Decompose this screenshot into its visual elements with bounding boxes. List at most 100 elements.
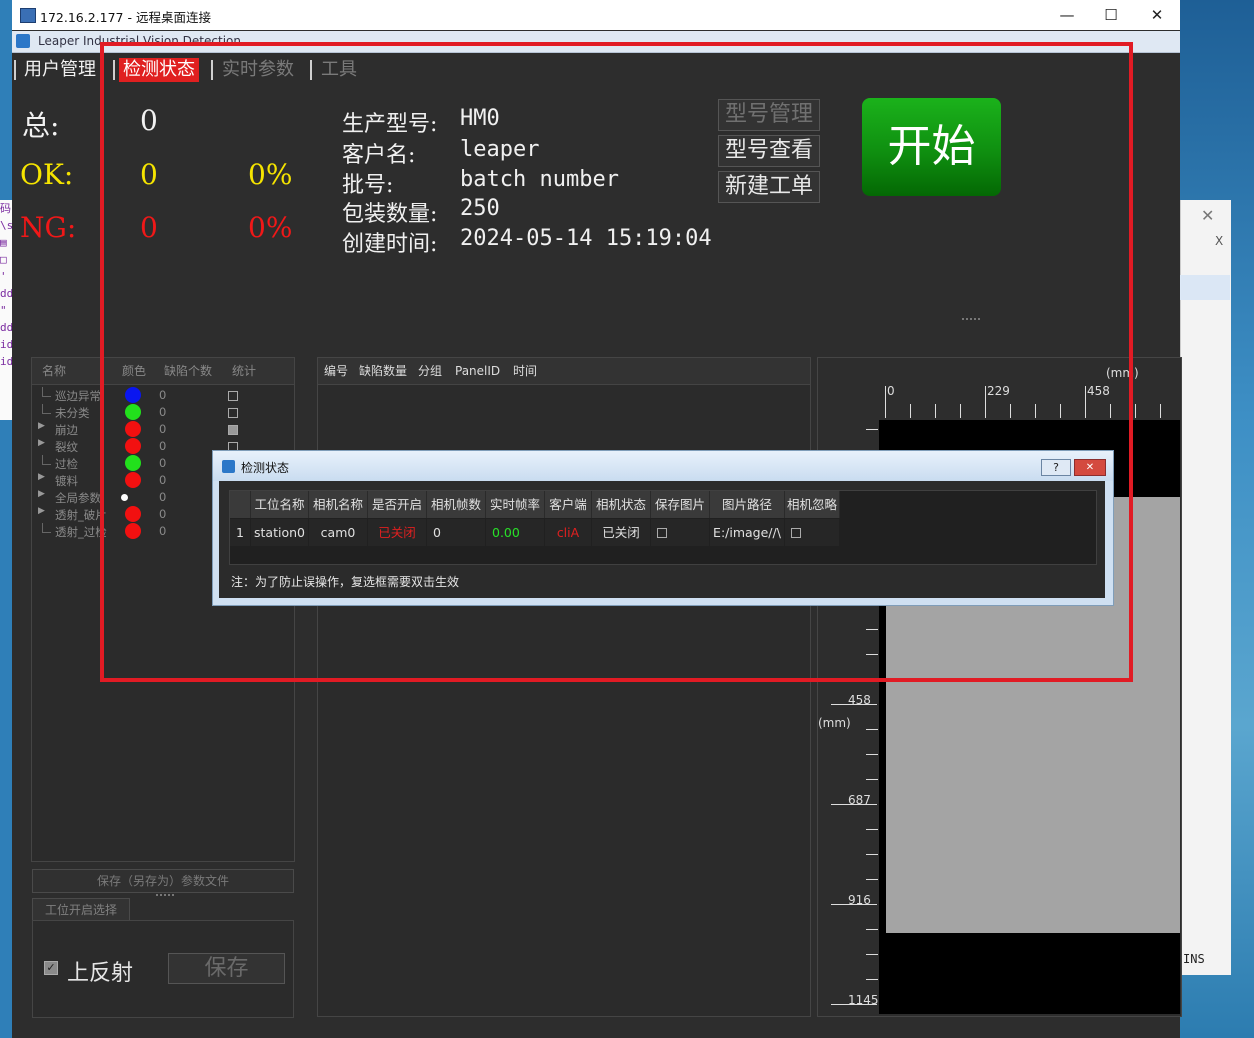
- defect-color-swatch[interactable]: [125, 472, 141, 488]
- rdp-titlebar[interactable]: 172.16.2.177 - 远程桌面连接 — ☐ ✕: [12, 0, 1180, 30]
- rdp-app-icon: [20, 8, 36, 23]
- cell-camera-state: 已关闭: [592, 519, 650, 546]
- defect-tree-header-color[interactable]: 颜色: [122, 358, 146, 384]
- app-logo-icon: [16, 34, 30, 48]
- expand-arrow-icon[interactable]: ▶: [38, 421, 45, 431]
- ruler-tick: [1135, 404, 1136, 418]
- defect-count: 0: [159, 456, 167, 470]
- menu-user-management[interactable]: 用户管理: [20, 58, 100, 82]
- defect-color-swatch[interactable]: [125, 506, 141, 522]
- app-titlebar: Leaper Industrial Vision Detection: [12, 31, 1180, 53]
- defect-list-header-id[interactable]: 编号: [324, 358, 348, 384]
- minimize-button[interactable]: —: [1044, 0, 1090, 30]
- table-header-2[interactable]: 是否开启: [368, 491, 427, 518]
- defect-color-swatch[interactable]: [125, 455, 141, 471]
- dialog-close-button[interactable]: ✕: [1074, 459, 1106, 476]
- splitter-handle[interactable]: [962, 318, 980, 322]
- save-image-checkbox[interactable]: [657, 528, 667, 538]
- expand-arrow-icon[interactable]: ▶: [38, 438, 45, 448]
- cell-save-image: [651, 519, 709, 546]
- menu-tools[interactable]: 工具: [317, 58, 361, 82]
- defect-name: 透射_过检: [55, 525, 107, 539]
- defect-tree-header-name[interactable]: 名称: [42, 358, 66, 384]
- table-header-5[interactable]: 客户端: [545, 491, 592, 518]
- ruler-tick: [910, 404, 911, 418]
- ruler-tick: [866, 754, 878, 755]
- ruler-tick: [960, 404, 961, 418]
- rdp-title: 172.16.2.177 - 远程桌面连接: [40, 10, 211, 25]
- defect-list-header-time[interactable]: 时间: [513, 358, 537, 384]
- defect-color-swatch[interactable]: [125, 438, 141, 454]
- defect-stats-checkbox[interactable]: [228, 408, 238, 418]
- cell-station[interactable]: station0: [251, 519, 308, 546]
- total-value: 0: [140, 104, 158, 137]
- ruler-left-label: 916: [848, 893, 871, 907]
- table-header-1[interactable]: 相机名称: [309, 491, 368, 518]
- ruler-tick: [866, 929, 878, 930]
- tab-station-select[interactable]: 工位开启选择: [32, 898, 130, 922]
- defect-list-header-panelid[interactable]: PanelID: [455, 358, 500, 384]
- background-x-label: X: [1215, 234, 1224, 248]
- defect-tree-row[interactable]: 未分类 0: [32, 404, 294, 421]
- menu-detection-status[interactable]: 检测状态: [119, 58, 199, 82]
- ignore-camera-checkbox[interactable]: [791, 528, 801, 538]
- defect-tree-header: 名称 颜色 缺陷个数 统计: [32, 358, 294, 385]
- defect-tree-row[interactable]: ▶ 崩边 0: [32, 421, 294, 438]
- defect-color-swatch[interactable]: [125, 387, 141, 403]
- defect-tree-header-count[interactable]: 缺陷个数: [164, 358, 212, 384]
- start-button[interactable]: 开始: [862, 98, 1001, 196]
- defect-count: 0: [159, 405, 167, 419]
- ruler-left-label: 687: [848, 793, 871, 807]
- expand-arrow-icon[interactable]: ▶: [38, 506, 45, 516]
- defect-color-swatch[interactable]: [125, 523, 141, 539]
- expand-arrow-icon[interactable]: ▶: [38, 489, 45, 499]
- table-header-7[interactable]: 保存图片: [651, 491, 710, 518]
- defect-list-header-group[interactable]: 分组: [418, 358, 442, 384]
- defect-stats-checkbox[interactable]: [228, 425, 238, 435]
- dialog-help-button[interactable]: ?: [1041, 459, 1071, 476]
- save-param-file-button[interactable]: 保存（另存为）参数文件: [32, 869, 294, 893]
- maximize-button[interactable]: ☐: [1088, 0, 1134, 30]
- ruler-tick: [866, 679, 878, 680]
- ruler-tick: [866, 429, 878, 430]
- table-header-4[interactable]: 实时帧率: [486, 491, 545, 518]
- table-header-3[interactable]: 相机帧数: [427, 491, 486, 518]
- defect-list-header-count[interactable]: 缺陷数量: [359, 358, 407, 384]
- defect-color-swatch[interactable]: [121, 494, 128, 501]
- station-save-button[interactable]: 保存: [168, 953, 285, 984]
- cell-camera[interactable]: cam0: [309, 519, 367, 546]
- cell-image-path[interactable]: E:/image//\: [710, 519, 784, 546]
- splitter-handle[interactable]: [156, 894, 174, 896]
- defect-name: 崩边: [55, 423, 78, 437]
- ins-indicator: INS: [1183, 952, 1205, 966]
- table-header-9[interactable]: 相机忽略: [785, 491, 840, 518]
- tree-branch-line: [42, 387, 51, 397]
- ruler-unit-left: (mm): [818, 716, 851, 730]
- quantity-value: 250: [460, 196, 500, 221]
- upper-reflection-checkbox[interactable]: ✓: [44, 961, 58, 975]
- ruler-left-label: 1145: [848, 993, 879, 1007]
- new-order-button[interactable]: 新建工单: [718, 171, 820, 203]
- ok-percent: 0%: [248, 158, 293, 191]
- table-header-0[interactable]: 工位名称: [251, 491, 309, 518]
- model-view-button[interactable]: 型号查看: [718, 135, 820, 167]
- dialog-titlebar[interactable]: 检测状态 ? ✕: [213, 451, 1113, 481]
- ruler-tick: [1085, 386, 1086, 418]
- close-button[interactable]: ✕: [1134, 0, 1180, 30]
- table-header-8[interactable]: 图片路径: [710, 491, 785, 518]
- model-manage-button[interactable]: 型号管理: [718, 99, 820, 131]
- defect-tree-header-stats[interactable]: 统计: [232, 358, 256, 384]
- table-header-6[interactable]: 相机状态: [592, 491, 651, 518]
- menu-separator: [310, 60, 312, 80]
- defect-name: 未分类: [55, 406, 90, 420]
- defect-color-swatch[interactable]: [125, 404, 141, 420]
- defect-stats-checkbox[interactable]: [228, 391, 238, 401]
- expand-arrow-icon[interactable]: ▶: [38, 472, 45, 482]
- cell-enabled[interactable]: 已关闭: [368, 519, 426, 546]
- menu-realtime-params[interactable]: 实时参数: [218, 58, 298, 82]
- defect-tree-row[interactable]: 巡边异常 0: [32, 387, 294, 404]
- background-close-icon[interactable]: ✕: [1201, 206, 1214, 225]
- background-editor-fragment: 码 \s ▤ □ ' dd " dd id id: [0, 200, 12, 420]
- defect-color-swatch[interactable]: [125, 421, 141, 437]
- cell-fps: 0.00: [486, 519, 544, 546]
